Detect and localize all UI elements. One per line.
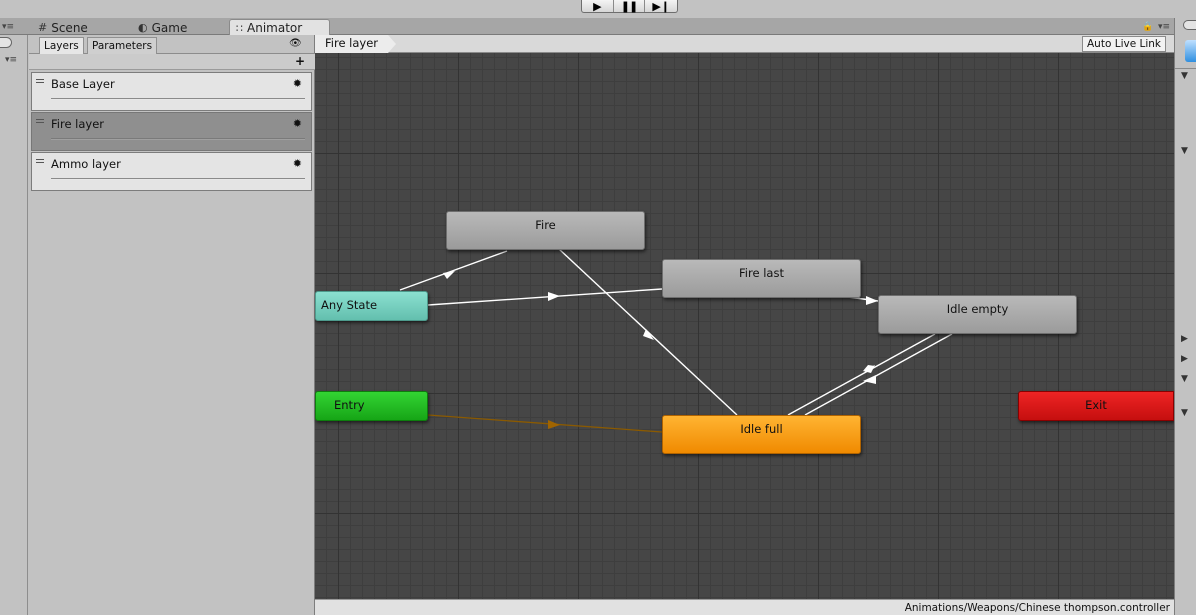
state-any-state[interactable]: Any State bbox=[315, 291, 428, 321]
status-bar: Animations/Weapons/Chinese thompson.cont… bbox=[315, 599, 1174, 615]
foldout-icon[interactable]: ▼ bbox=[1181, 71, 1188, 81]
tab-layers-label: Layers bbox=[44, 40, 79, 52]
foldout-icon[interactable]: ▶ bbox=[1181, 354, 1188, 364]
divider bbox=[1175, 68, 1196, 69]
drag-handle-icon[interactable] bbox=[36, 159, 44, 163]
tab-parameters[interactable]: Parameters bbox=[87, 37, 158, 54]
gear-icon[interactable]: ✹ bbox=[293, 77, 302, 90]
drag-handle-icon[interactable] bbox=[36, 79, 44, 83]
transition-any-to-fire bbox=[399, 250, 508, 291]
auto-live-link-button[interactable]: Auto Live Link bbox=[1082, 36, 1166, 52]
cube-icon bbox=[1185, 40, 1196, 62]
breadcrumb[interactable]: Fire layer bbox=[315, 35, 397, 53]
tab-menu-icon[interactable]: ▾≡ bbox=[2, 22, 14, 32]
foldout-icon[interactable]: ▼ bbox=[1181, 408, 1188, 418]
playback-controls: ▶ ❚❚ ▶❙ bbox=[581, 0, 678, 13]
state-fire[interactable]: Fire bbox=[446, 211, 645, 250]
breadcrumb-label: Fire layer bbox=[325, 36, 379, 50]
foldout-icon[interactable]: ▶ bbox=[1181, 334, 1188, 344]
left-menu-icon[interactable]: ▾≡ bbox=[5, 55, 17, 65]
tab-scene-label: Scene bbox=[51, 20, 88, 35]
foldout-icon[interactable]: ▼ bbox=[1181, 146, 1188, 156]
transition-arrow bbox=[548, 292, 560, 301]
tab-scene[interactable]: # Scene bbox=[32, 19, 94, 35]
layer-name: Ammo layer bbox=[51, 157, 121, 171]
eye-icon[interactable]: 👁 bbox=[289, 38, 302, 49]
tab-game-label: Game bbox=[151, 20, 188, 35]
state-label: Fire last bbox=[739, 266, 784, 280]
auto-live-link-label: Auto Live Link bbox=[1087, 38, 1161, 50]
transition-idlefull-to-idleempty bbox=[787, 333, 936, 416]
pause-button[interactable]: ❚❚ bbox=[614, 0, 646, 12]
state-exit[interactable]: Exit bbox=[1018, 391, 1174, 421]
search-field-stub[interactable] bbox=[0, 37, 12, 48]
lock-icon[interactable]: 🔒 bbox=[1142, 22, 1153, 32]
transition-arrow bbox=[443, 271, 455, 279]
state-fire-last[interactable]: Fire last bbox=[662, 259, 861, 298]
left-collapsed-panel: ▾≡ bbox=[0, 35, 28, 615]
layers-panel: Layers Parameters 👁 + Base Layer ✹ Fire … bbox=[29, 35, 315, 615]
state-label: Entry bbox=[334, 398, 365, 412]
add-layer-row: + bbox=[29, 54, 315, 70]
transition-idleempty-to-idlefull bbox=[804, 333, 953, 416]
layer-item-base[interactable]: Base Layer ✹ bbox=[31, 72, 312, 111]
layer-weight-slider[interactable] bbox=[51, 178, 305, 180]
tab-parameters-label: Parameters bbox=[92, 40, 153, 52]
top-toolbar: ▶ ❚❚ ▶❙ bbox=[0, 0, 1196, 18]
tab-animator[interactable]: ∷ Animator bbox=[229, 19, 330, 35]
drag-handle-icon[interactable] bbox=[36, 119, 44, 123]
layer-weight-slider[interactable] bbox=[51, 98, 305, 100]
state-label: Fire bbox=[535, 218, 556, 232]
add-layer-button[interactable]: + bbox=[295, 54, 305, 68]
controller-path: Animations/Weapons/Chinese thompson.cont… bbox=[904, 602, 1170, 614]
state-entry[interactable]: Entry bbox=[315, 391, 428, 421]
transition-arrow bbox=[866, 296, 878, 305]
layers-panel-tabs: Layers Parameters 👁 bbox=[29, 37, 315, 54]
gear-icon[interactable]: ✹ bbox=[293, 157, 302, 170]
play-button[interactable]: ▶ bbox=[582, 0, 614, 12]
gear-icon[interactable]: ✹ bbox=[293, 117, 302, 130]
transition-arrow bbox=[643, 329, 654, 340]
layer-name: Base Layer bbox=[51, 77, 115, 91]
game-icon: ◐ bbox=[138, 21, 148, 34]
play-icon: ▶ bbox=[593, 0, 602, 13]
pause-icon: ❚❚ bbox=[620, 0, 638, 13]
tab-animator-label: Animator bbox=[247, 21, 303, 35]
tab-game[interactable]: ◐ Game bbox=[132, 19, 193, 35]
layer-weight-slider[interactable] bbox=[51, 138, 305, 140]
graph-header: Fire layer Auto Live Link bbox=[315, 35, 1174, 53]
transition-arrow bbox=[548, 420, 560, 429]
step-icon: ▶❙ bbox=[652, 0, 671, 13]
layer-item-ammo[interactable]: Ammo layer ✹ bbox=[31, 152, 312, 191]
step-button[interactable]: ▶❙ bbox=[645, 0, 677, 12]
state-label: Any State bbox=[321, 298, 378, 312]
state-label: Idle full bbox=[740, 422, 783, 436]
scene-icon: # bbox=[38, 21, 48, 34]
inspector-panel-collapsed: ▼ ▼ ▶ ▶ ▼ ▼ bbox=[1174, 18, 1196, 615]
foldout-icon[interactable]: ▼ bbox=[1181, 374, 1188, 384]
layer-name: Fire layer bbox=[51, 117, 105, 131]
state-label: Exit bbox=[1085, 398, 1107, 412]
transition-entry-to-idlefull bbox=[427, 414, 663, 433]
transition-any-to-firelast bbox=[427, 288, 663, 306]
state-idle-empty[interactable]: Idle empty bbox=[878, 295, 1077, 334]
tab-layers[interactable]: Layers bbox=[39, 37, 84, 54]
layer-item-fire[interactable]: Fire layer ✹ bbox=[31, 112, 312, 151]
editor-tab-row: ▾≡ # Scene ◐ Game ∷ Animator 🔒 ▾≡ bbox=[0, 18, 1196, 35]
panel-menu-icon[interactable]: ▾≡ bbox=[1158, 22, 1170, 32]
inspector-tab[interactable] bbox=[1183, 20, 1196, 30]
animator-icon: ∷ bbox=[236, 21, 243, 35]
state-idle-full[interactable]: Idle full bbox=[662, 415, 861, 454]
state-label: Idle empty bbox=[946, 302, 1009, 316]
